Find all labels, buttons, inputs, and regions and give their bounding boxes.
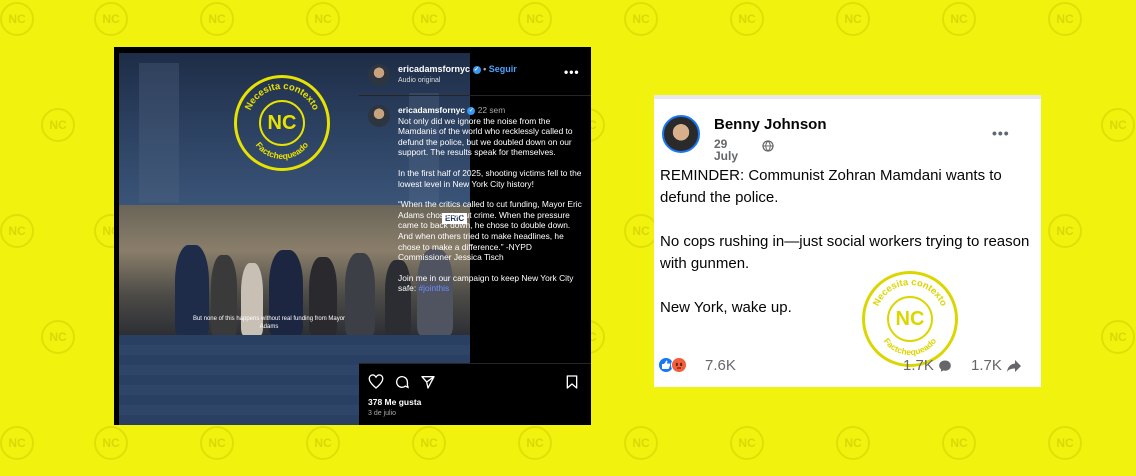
post-paragraph: New York, wake up.: [660, 299, 792, 316]
nc-watermark-icon: NC: [94, 426, 128, 460]
comment-icon: [939, 360, 951, 372]
send-icon[interactable]: [420, 374, 436, 390]
share-icon: [1007, 360, 1022, 373]
verified-badge-icon: ✓: [472, 65, 481, 74]
avatar[interactable]: [368, 105, 390, 127]
share-count[interactable]: 1.7K: [971, 357, 1022, 374]
more-options-icon[interactable]: •••: [564, 65, 580, 79]
nc-watermark-icon: NC: [1101, 108, 1135, 142]
nc-watermark-icon: NC: [306, 2, 340, 36]
nc-watermark-icon: NC: [0, 426, 34, 460]
nc-watermark-icon: NC: [730, 2, 764, 36]
action-bar: [368, 374, 582, 390]
post-time: 22 sem: [477, 105, 506, 115]
likes-count[interactable]: 378 Me gusta: [368, 397, 421, 407]
avatar[interactable]: [662, 115, 700, 153]
post-paragraph: No cops rushing in—just social workers t…: [660, 233, 1030, 272]
nc-stamp-ring-text: Necesita contexto Factchequeado: [871, 277, 949, 357]
nc-watermark-icon: NC: [518, 2, 552, 36]
nc-stamp-bottom-text: Factchequeado: [882, 336, 938, 357]
reaction-count[interactable]: 7.6K: [705, 357, 736, 374]
nc-stamp: Necesita contexto Factchequeado NC: [234, 75, 330, 171]
author-name[interactable]: Benny Johnson: [714, 116, 827, 133]
nc-watermark-icon: NC: [0, 2, 34, 36]
nc-watermark-icon: NC: [0, 214, 34, 248]
nc-watermark-icon: NC: [624, 2, 658, 36]
username[interactable]: ericadamsfornyc: [398, 64, 470, 74]
instagram-post: ERIC But none of this happens without re…: [114, 47, 591, 425]
post-date: 3 de julio: [368, 410, 397, 417]
video-person: [345, 253, 375, 335]
hashtag-link[interactable]: #jointhis: [418, 283, 449, 293]
nc-watermark-icon: NC: [41, 108, 75, 142]
nc-watermark-icon: NC: [942, 2, 976, 36]
post-paragraph: REMINDER: Communist Zohran Mamdani wants…: [660, 167, 1002, 206]
post-body: REMINDER: Communist Zohran Mamdani wants…: [660, 165, 1030, 341]
nc-watermark-icon: NC: [412, 426, 446, 460]
top-strip: [654, 95, 1041, 99]
audio-label[interactable]: Audio original: [398, 77, 440, 84]
globe-icon: [762, 140, 774, 155]
video-building: [139, 63, 179, 203]
facebook-post: Benny Johnson 29 July ••• REMINDER: Comm…: [654, 95, 1041, 387]
svg-text:Necesita contexto: Necesita contexto: [243, 81, 321, 112]
separator: •: [483, 64, 487, 74]
nc-watermark-icon: NC: [624, 214, 658, 248]
nc-stamp-top-text: Necesita contexto: [871, 277, 949, 308]
ig-header-username[interactable]: ericadamsfornyc ✓ • Seguir: [398, 64, 517, 74]
divider: [359, 363, 591, 364]
nc-watermark-icon: NC: [200, 426, 234, 460]
nc-watermark-icon: NC: [518, 426, 552, 460]
nc-watermark-icon: NC: [836, 426, 870, 460]
nc-watermark-icon: NC: [730, 426, 764, 460]
avatar[interactable]: [368, 64, 390, 86]
more-options-icon[interactable]: •••: [992, 125, 1010, 141]
svg-text:Factchequeado: Factchequeado: [254, 140, 310, 161]
divider: [359, 95, 591, 96]
nc-watermark-icon: NC: [942, 426, 976, 460]
svg-text:Factchequeado: Factchequeado: [882, 336, 938, 357]
video-subtitle: But none of this happens without real fu…: [192, 316, 346, 330]
angry-reaction-icon: [671, 357, 687, 373]
caption-paragraph: In the first half of 2025, shooting vict…: [398, 167, 582, 189]
share-count-value: 1.7K: [971, 357, 1002, 374]
post-date[interactable]: 29 July: [714, 138, 754, 162]
post-caption: ericadamsfornyc ✓ 22 sem Not only did we…: [398, 105, 584, 304]
heart-icon[interactable]: [368, 374, 384, 390]
nc-stamp: Necesita contexto Factchequeado NC: [862, 271, 958, 367]
nc-watermark-icon: NC: [306, 426, 340, 460]
nc-stamp-bottom-text: Factchequeado: [254, 140, 310, 161]
nc-watermark-icon: NC: [412, 2, 446, 36]
nc-watermark-icon: NC: [1048, 426, 1082, 460]
nc-watermark-icon: NC: [1101, 320, 1135, 354]
nc-watermark-icon: NC: [41, 320, 75, 354]
nc-watermark-icon: NC: [200, 2, 234, 36]
comment-icon[interactable]: [394, 374, 410, 390]
comment-count-value: 1.7K: [903, 357, 934, 374]
nc-watermark-icon: NC: [836, 2, 870, 36]
comment-count[interactable]: 1.7K: [903, 357, 952, 374]
nc-watermark-icon: NC: [1048, 214, 1082, 248]
follow-button[interactable]: Seguir: [489, 64, 517, 74]
bookmark-icon[interactable]: [564, 374, 580, 390]
nc-stamp-top-text: Necesita contexto: [243, 81, 321, 112]
nc-watermark-icon: NC: [1048, 2, 1082, 36]
svg-text:Necesita contexto: Necesita contexto: [871, 277, 949, 308]
nc-stamp-ring-text: Necesita contexto Factchequeado: [243, 81, 321, 161]
post-username[interactable]: ericadamsfornyc: [398, 105, 465, 115]
nc-watermark-icon: NC: [624, 426, 658, 460]
caption-paragraph: “When the critics called to cut funding,…: [398, 199, 582, 263]
verified-badge-icon: ✓: [467, 106, 476, 115]
caption-paragraph: Not only did we ignore the noise from th…: [398, 115, 573, 158]
nc-watermark-icon: NC: [94, 2, 128, 36]
